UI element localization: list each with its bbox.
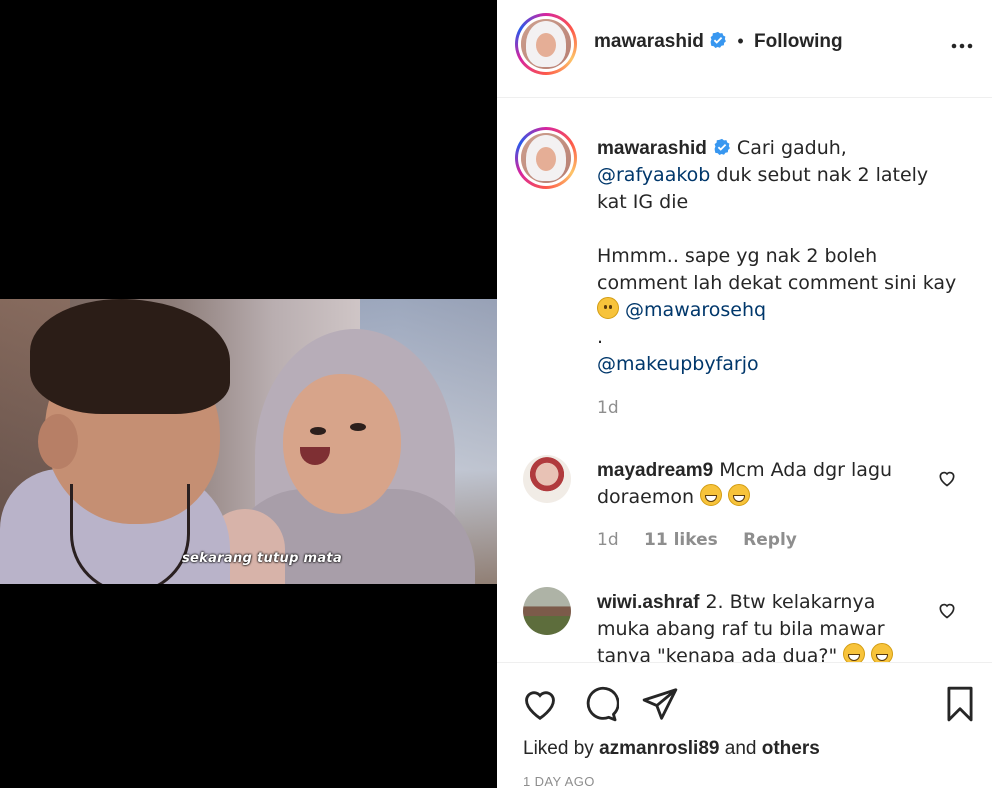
mention-link[interactable]: @rafyaakob	[597, 164, 710, 186]
grinning-face-emoji-icon	[871, 643, 894, 662]
smiling-face-emoji-icon	[597, 297, 619, 319]
header-username[interactable]: mawarashid	[594, 31, 704, 52]
post-header: mawarashid • Following	[497, 0, 992, 98]
caption-avatar[interactable]	[515, 127, 577, 189]
comment-username[interactable]: wiwi.ashraf	[597, 592, 699, 613]
commenter-avatar[interactable]	[523, 587, 571, 635]
liked-by-prefix: Liked by	[523, 738, 594, 759]
liked-by-summary: Liked by azmanrosli89 and others	[523, 738, 820, 760]
commenter-avatar[interactable]	[523, 455, 571, 503]
header-user-line: mawarashid • Following	[594, 31, 843, 53]
post-caption: mawarashid Cari gaduh, @rafyaakob duk se…	[597, 135, 957, 378]
comment-timestamp[interactable]: 1d	[597, 530, 619, 550]
woman-face	[283, 374, 401, 514]
verified-badge-icon	[710, 31, 727, 49]
caption-username[interactable]: mawarashid	[597, 138, 707, 159]
man-ear	[38, 414, 78, 469]
post-actions: Liked by azmanrosli89 and others 1 DAY A…	[497, 662, 992, 788]
liked-by-user[interactable]: azmanrosli89	[599, 738, 719, 759]
separator-dot: •	[737, 31, 744, 51]
comments-area[interactable]: mawarashid Cari gaduh, @rafyaakob duk se…	[497, 99, 992, 662]
author-avatar[interactable]	[515, 13, 577, 75]
post-details-panel: mawarashid • Following mawarashid Cari g…	[497, 0, 992, 788]
caption-text-3: Hmmm.. sape yg nak 2 boleh comment lah d…	[597, 245, 957, 294]
comment-like-heart-icon[interactable]	[937, 468, 957, 488]
woman-eye-right	[350, 423, 366, 431]
video-subtitle: sekarang tutup mata	[182, 551, 343, 566]
liked-by-and: and	[724, 738, 757, 759]
reply-button[interactable]: Reply	[743, 530, 797, 550]
more-options-icon[interactable]	[950, 36, 974, 56]
comment-item: wiwi.ashraf 2. Btw kelakarnya muka abang…	[597, 589, 927, 662]
caption-timestamp[interactable]: 1d	[597, 398, 619, 418]
grinning-face-emoji-icon	[843, 643, 866, 662]
liked-by-others[interactable]: others	[762, 738, 820, 759]
mention-link[interactable]: @makeupbyfarjo	[597, 353, 759, 375]
comment-bubble-icon[interactable]	[581, 685, 619, 723]
comment-meta: 1d 11 likes Reply	[597, 530, 817, 550]
following-button[interactable]: Following	[754, 31, 843, 52]
man-hair	[30, 299, 230, 414]
comment-like-heart-icon[interactable]	[937, 600, 957, 620]
post-timestamp[interactable]: 1 DAY AGO	[523, 774, 595, 788]
like-heart-icon[interactable]	[521, 685, 559, 723]
caption-text-1: Cari gaduh,	[736, 137, 847, 159]
comment-username[interactable]: mayadream9	[597, 460, 713, 481]
comment-likes[interactable]: 11 likes	[644, 530, 718, 550]
mention-link[interactable]: @mawarosehq	[625, 299, 766, 321]
grinning-face-emoji-icon	[700, 484, 723, 506]
woman-eye-left	[310, 427, 326, 435]
caption-dot: .	[597, 326, 604, 348]
video-player[interactable]: sekarang tutup mata	[0, 299, 497, 584]
grinning-face-emoji-icon	[728, 484, 751, 506]
man-necklace	[70, 484, 190, 584]
share-paper-plane-icon[interactable]	[641, 685, 679, 723]
post-media[interactable]: sekarang tutup mata	[0, 0, 497, 788]
verified-badge-icon	[714, 138, 730, 156]
comment-item: mayadream9 Mcm Ada dgr lagu doraemon	[597, 457, 927, 511]
save-bookmark-icon[interactable]	[941, 685, 979, 723]
